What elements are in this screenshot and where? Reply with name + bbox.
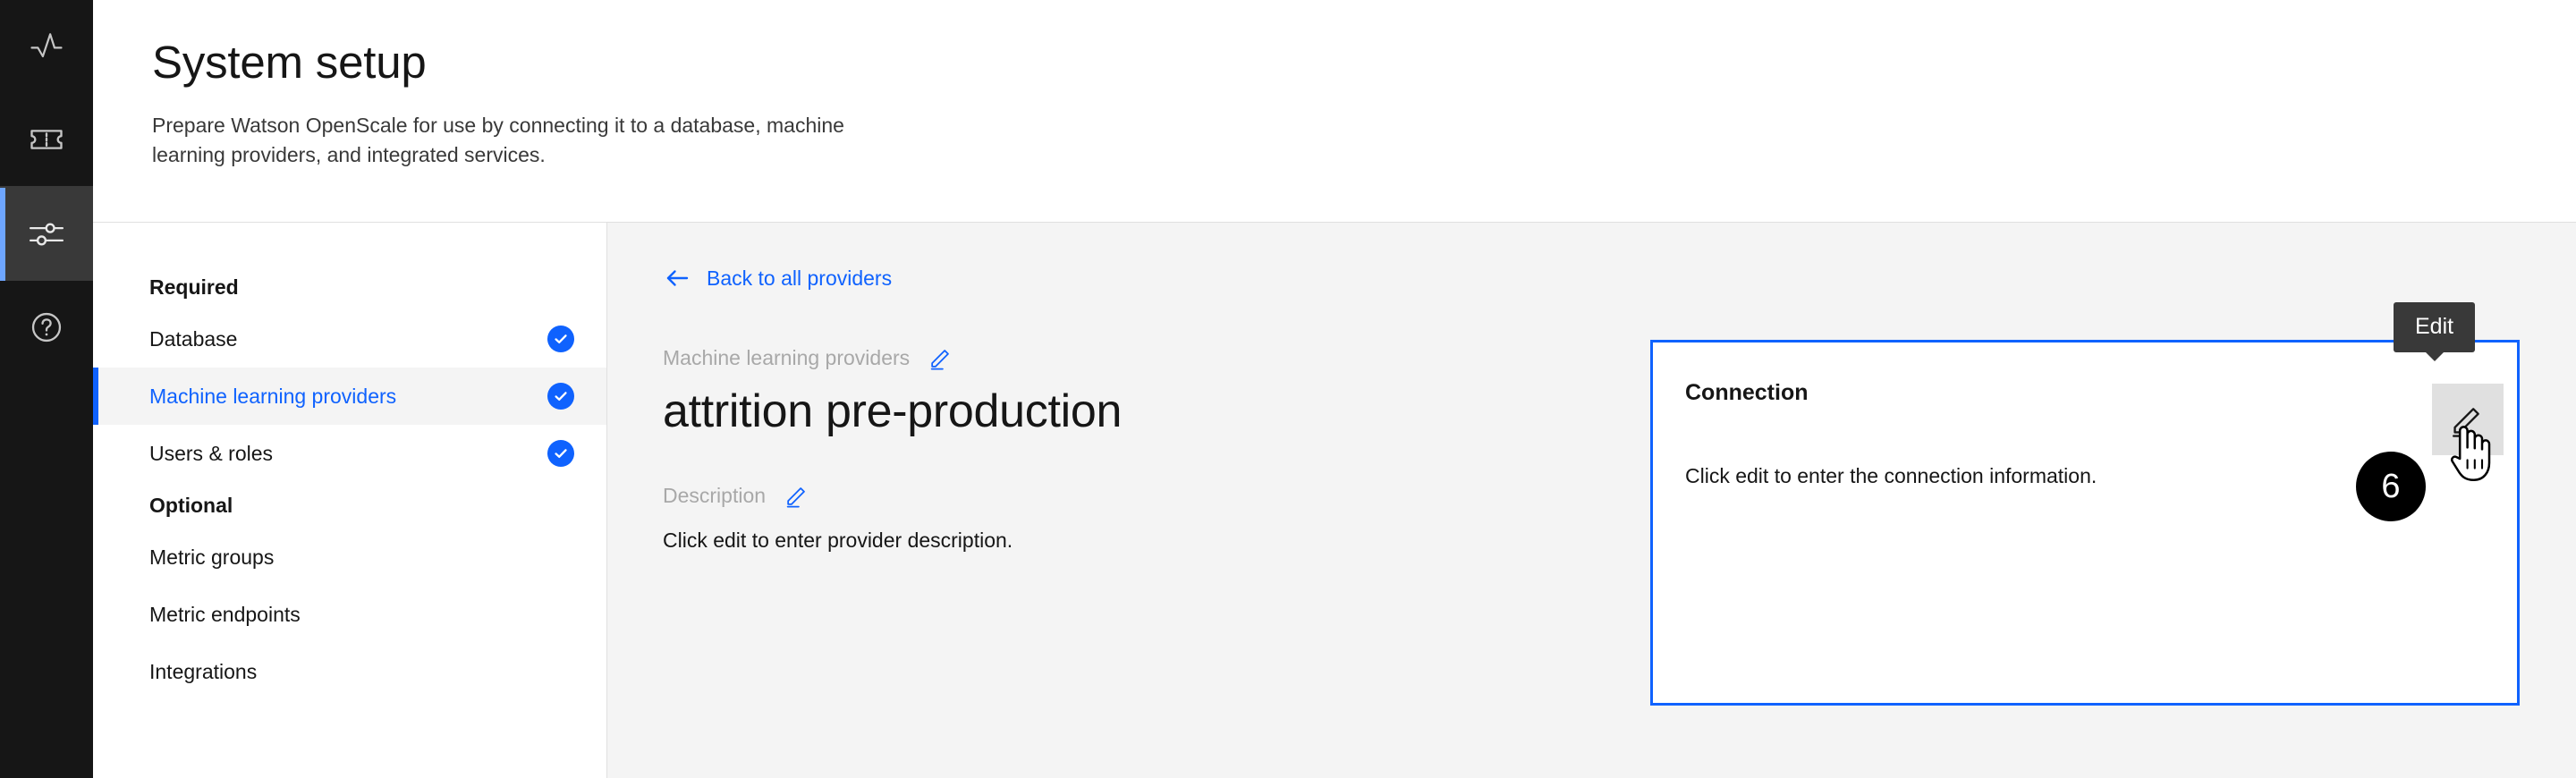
sidebar-item-users-and-roles[interactable]: Users & roles bbox=[93, 425, 606, 482]
connection-card: Connection Click edit to enter the conne… bbox=[1650, 340, 2520, 706]
edit-connection-button[interactable] bbox=[2432, 384, 2504, 455]
sidebar-item-database[interactable]: Database bbox=[93, 310, 606, 368]
rail-item-insights[interactable] bbox=[0, 0, 93, 93]
back-link-label: Back to all providers bbox=[707, 266, 893, 290]
sidebar-item-label: Users & roles bbox=[149, 441, 274, 465]
page-header: System setup Prepare Watson OpenScale fo… bbox=[93, 0, 2576, 223]
question-circle-icon bbox=[26, 307, 67, 348]
checkmark-filled-icon bbox=[547, 326, 574, 352]
sidebar-item-metric-groups[interactable]: Metric groups bbox=[93, 529, 606, 586]
rail-item-help[interactable] bbox=[0, 281, 93, 374]
pulse-icon bbox=[27, 27, 66, 66]
page-subtitle: Prepare Watson OpenScale for use by conn… bbox=[152, 113, 844, 167]
sidebar-item-label: Database bbox=[149, 326, 238, 351]
sidebar-item-integrations[interactable]: Integrations bbox=[93, 643, 606, 700]
checkmark-filled-icon bbox=[547, 440, 574, 467]
rail-item-settings[interactable] bbox=[0, 188, 93, 281]
sidebar-item-label: Metric groups bbox=[149, 545, 275, 569]
description-label: Description bbox=[663, 483, 767, 507]
nav-group-optional-label: Optional bbox=[149, 493, 233, 517]
arrow-left-icon bbox=[663, 264, 691, 292]
connection-title: Connection bbox=[1685, 380, 1809, 405]
step-badge: 6 bbox=[2356, 452, 2426, 521]
setup-nav: Required Database Machine learning provi… bbox=[93, 223, 607, 778]
sidebar-item-label: Machine learning providers bbox=[149, 384, 397, 408]
provider-type-label: Machine learning providers bbox=[663, 345, 911, 369]
edit-provider-name-button[interactable] bbox=[926, 342, 956, 373]
rail-item-tickets[interactable] bbox=[0, 93, 93, 186]
ticket-icon bbox=[27, 120, 66, 159]
edit-description-button[interactable] bbox=[782, 480, 812, 511]
edit-tooltip: Edit bbox=[2394, 302, 2476, 362]
sliders-icon bbox=[27, 215, 66, 254]
sidebar-item-machine-learning-providers[interactable]: Machine learning providers bbox=[93, 368, 606, 425]
page-title: System setup bbox=[152, 37, 427, 88]
rail-spacer bbox=[0, 374, 93, 778]
sidebar-item-label: Integrations bbox=[149, 659, 258, 683]
left-rail bbox=[0, 0, 93, 778]
sidebar-item-label: Metric endpoints bbox=[149, 602, 301, 626]
checkmark-filled-icon bbox=[547, 383, 574, 410]
back-to-all-providers-link[interactable]: Back to all providers bbox=[663, 264, 892, 292]
pencil-icon bbox=[2448, 400, 2487, 439]
app-root: System setup Prepare Watson OpenScale fo… bbox=[0, 0, 2576, 778]
sidebar-item-metric-endpoints[interactable]: Metric endpoints bbox=[93, 586, 606, 643]
nav-group-required-label: Required bbox=[149, 275, 239, 299]
